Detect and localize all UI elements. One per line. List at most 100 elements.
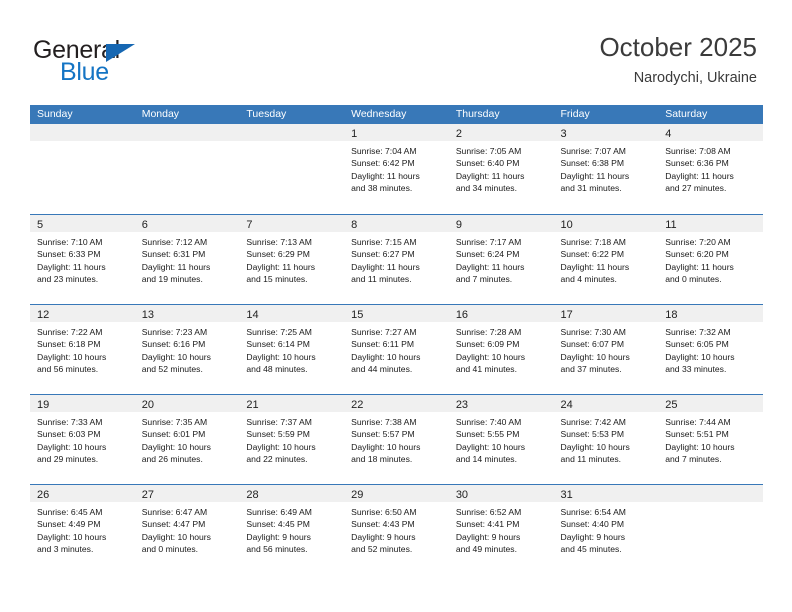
day-cell[interactable]: 1 Sunrise: 7:04 AM Sunset: 6:42 PM Daylight… [344, 124, 449, 214]
day-cell[interactable]: 20 Sunrise: 7:35 AM Sunset: 6:01 PM Dayligh… [134, 395, 240, 484]
page-header: General Blue October 2025 Narodychi, Ukr… [0, 0, 792, 104]
day-number-band: 13 [134, 305, 240, 322]
day-number: 22 [351, 399, 364, 411]
day-cell[interactable]: 2 Sunrise: 7:05 AM Sunset: 6:40 PM Daylight… [448, 124, 554, 214]
sunrise-text: Sunrise: 7:20 AM [665, 237, 731, 247]
day-cell[interactable]: 17 Sunrise: 7:30 AM Sunset: 6:07 PM Dayligh… [553, 305, 659, 394]
day-cell[interactable]: 6 Sunrise: 7:12 AM Sunset: 6:31 PM Daylight… [134, 215, 240, 304]
day-cell[interactable]: 22 Sunrise: 7:38 AM Sunset: 5:57 PM Dayligh… [344, 395, 449, 484]
daylight-text-cont: and 23 minutes. [37, 273, 99, 284]
day-details: Sunrise: 7:12 AM Sunset: 6:31 PM Daylight:… [135, 232, 240, 285]
week-row: 1 Sunrise: 7:04 AM Sunset: 6:42 PM Daylight… [30, 124, 763, 214]
sunset-text: Sunset: 6:11 PM [351, 339, 415, 350]
sunset-text: Sunset: 6:14 PM [246, 339, 310, 350]
day-cell[interactable]: 15 Sunrise: 7:27 AM Sunset: 6:11 PM Dayligh… [344, 305, 449, 394]
day-cell-empty [134, 124, 240, 214]
day-cell-empty [30, 124, 135, 214]
day-details: Sunrise: 7:32 AM Sunset: 6:05 PM Daylight:… [658, 322, 763, 375]
daylight-text: Daylight: 10 hours [665, 351, 735, 362]
sunset-text: Sunset: 4:43 PM [351, 519, 415, 530]
day-number: 8 [351, 219, 358, 231]
day-cell[interactable]: 9 Sunrise: 7:17 AM Sunset: 6:24 PM Daylight… [448, 215, 554, 304]
day-cell[interactable]: 3 Sunrise: 7:07 AM Sunset: 6:38 PM Daylight… [553, 124, 659, 214]
day-cell[interactable]: 30 Sunrise: 6:52 AM Sunset: 4:41 PM Dayligh… [448, 485, 554, 574]
day-cell[interactable]: 5 Sunrise: 7:10 AM Sunset: 6:33 PM Daylight… [30, 215, 135, 304]
sunset-text: Sunset: 6:20 PM [665, 249, 729, 260]
day-details: Sunrise: 7:10 AM Sunset: 6:33 PM Daylight:… [30, 232, 135, 285]
day-cell[interactable]: 19 Sunrise: 7:33 AM Sunset: 6:03 PM Dayligh… [30, 395, 135, 484]
day-cell[interactable]: 18 Sunrise: 7:32 AM Sunset: 6:05 PM Dayligh… [658, 305, 763, 394]
day-number-band: 9 [448, 215, 554, 232]
day-cell[interactable]: 16 Sunrise: 7:28 AM Sunset: 6:09 PM Dayligh… [448, 305, 554, 394]
day-number-band: 5 [30, 215, 135, 232]
day-details: Sunrise: 6:49 AM Sunset: 4:45 PM Daylight:… [239, 502, 344, 555]
daylight-text: Daylight: 10 hours [37, 441, 107, 452]
weekday-header-row: Sunday Monday Tuesday Wednesday Thursday… [30, 105, 763, 124]
sunrise-text: Sunrise: 7:10 AM [37, 237, 103, 247]
daylight-text: Daylight: 11 hours [665, 170, 734, 181]
daylight-text-cont: and 0 minutes. [141, 543, 199, 554]
sunset-text: Sunset: 6:36 PM [665, 158, 729, 169]
day-number: 24 [560, 399, 573, 411]
day-cell[interactable]: 12 Sunrise: 7:22 AM Sunset: 6:18 PM Dayligh… [30, 305, 135, 394]
day-cell[interactable]: 13 Sunrise: 7:23 AM Sunset: 6:16 PM Dayligh… [134, 305, 240, 394]
day-cell[interactable]: 28 Sunrise: 6:49 AM Sunset: 4:45 PM Dayligh… [239, 485, 345, 574]
day-details: Sunrise: 6:54 AM Sunset: 4:40 PM Daylight:… [554, 502, 659, 555]
weekday-header-sunday: Sunday [37, 108, 73, 120]
day-number: 30 [455, 489, 469, 501]
daylight-text: Daylight: 10 hours [560, 441, 630, 452]
sunrise-text: Sunrise: 7:05 AM [455, 146, 522, 156]
day-details: Sunrise: 7:28 AM Sunset: 6:09 PM Daylight:… [449, 322, 554, 375]
daylight-text-cont: and 38 minutes. [351, 182, 413, 193]
day-details: Sunrise: 7:04 AM Sunset: 6:42 PM Daylight:… [344, 141, 449, 194]
day-number-band: 18 [658, 305, 763, 322]
day-details: Sunrise: 6:45 AM Sunset: 4:49 PM Daylight:… [30, 502, 135, 555]
day-details: Sunrise: 7:15 AM Sunset: 6:27 PM Daylight:… [344, 232, 449, 285]
day-cell[interactable]: 4 Sunrise: 7:08 AM Sunset: 6:36 PM Daylight… [658, 124, 763, 214]
daylight-text: Daylight: 9 hours [246, 531, 311, 542]
day-number: 15 [351, 309, 364, 321]
weekday-header-friday: Friday [560, 108, 590, 120]
day-number-band: 27 [134, 485, 240, 502]
day-details: Sunrise: 6:47 AM Sunset: 4:47 PM Daylight:… [135, 502, 240, 555]
day-cell[interactable]: 8 Sunrise: 7:15 AM Sunset: 6:27 PM Daylight… [344, 215, 449, 304]
day-number: 26 [37, 489, 50, 501]
day-cell[interactable]: 29 Sunrise: 6:50 AM Sunset: 4:43 PM Dayligh… [344, 485, 449, 574]
day-number: 31 [560, 489, 573, 501]
day-cell[interactable]: 7 Sunrise: 7:13 AM Sunset: 6:29 PM Daylight… [239, 215, 345, 304]
day-cell[interactable]: 14 Sunrise: 7:25 AM Sunset: 6:14 PM Dayligh… [239, 305, 345, 394]
sunrise-text: Sunrise: 7:23 AM [141, 327, 208, 337]
day-number-band: 23 [448, 395, 554, 412]
day-cell[interactable]: 11 Sunrise: 7:20 AM Sunset: 6:20 PM Dayligh… [658, 215, 763, 304]
daylight-text-cont: and 37 minutes. [560, 363, 622, 374]
day-cell[interactable]: 21 Sunrise: 7:37 AM Sunset: 5:59 PM Dayligh… [239, 395, 345, 484]
sunset-text: Sunset: 5:59 PM [246, 429, 310, 440]
day-cell[interactable]: 25 Sunrise: 7:44 AM Sunset: 5:51 PM Dayligh… [658, 395, 763, 484]
day-cell[interactable]: 31 Sunrise: 6:54 AM Sunset: 4:40 PM Dayligh… [553, 485, 659, 574]
day-cell[interactable]: 10 Sunrise: 7:18 AM Sunset: 6:22 PM Dayligh… [553, 215, 659, 304]
day-number: 29 [351, 489, 364, 501]
day-cell[interactable]: 23 Sunrise: 7:40 AM Sunset: 5:55 PM Dayligh… [448, 395, 554, 484]
day-number-band [134, 124, 240, 141]
day-details: Sunrise: 7:13 AM Sunset: 6:29 PM Daylight:… [239, 232, 344, 285]
day-details: Sunrise: 7:23 AM Sunset: 6:16 PM Daylight:… [135, 322, 240, 375]
daylight-text: Daylight: 11 hours [455, 170, 525, 181]
day-number: 7 [246, 219, 253, 231]
day-cell[interactable]: 27 Sunrise: 6:47 AM Sunset: 4:47 PM Dayligh… [134, 485, 240, 574]
day-cell-empty [239, 124, 345, 214]
day-cell[interactable]: 24 Sunrise: 7:42 AM Sunset: 5:53 PM Dayligh… [553, 395, 659, 484]
day-number-band: 26 [30, 485, 135, 502]
sunset-text: Sunset: 5:51 PM [665, 429, 729, 440]
daylight-text-cont: and 31 minutes. [560, 182, 622, 193]
day-cell-empty [658, 485, 763, 574]
day-number-band: 21 [239, 395, 345, 412]
day-cell[interactable]: 26 Sunrise: 6:45 AM Sunset: 4:49 PM Dayligh… [30, 485, 135, 574]
day-number-band: 8 [344, 215, 449, 232]
brand-logo[interactable]: General Blue [33, 38, 233, 88]
day-number-band: 24 [553, 395, 659, 412]
sunset-text: Sunset: 6:42 PM [351, 158, 415, 169]
daylight-text: Daylight: 11 hours [351, 261, 420, 272]
day-number-band [239, 124, 345, 141]
sunset-text: Sunset: 6:31 PM [141, 249, 206, 260]
sunrise-text: Sunrise: 7:40 AM [455, 417, 522, 427]
